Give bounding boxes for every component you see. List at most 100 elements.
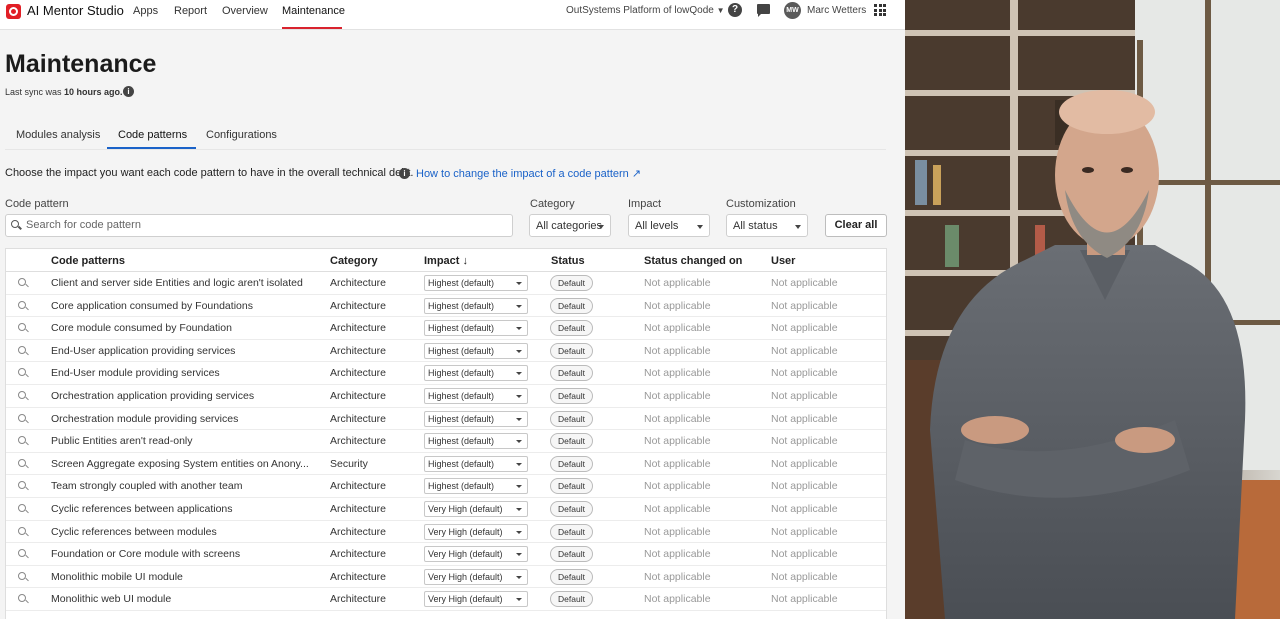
category-select[interactable]: All categories — [529, 214, 611, 237]
app-grid-icon[interactable] — [874, 4, 886, 16]
impact-value: Highest (default) — [428, 481, 495, 492]
status-badge: Default — [550, 478, 593, 495]
user-cell: Not applicable — [771, 390, 838, 402]
impact-dropdown[interactable]: Very High (default) — [424, 546, 528, 563]
column-header-code-patterns[interactable]: Code patterns — [51, 255, 125, 267]
row-search-icon[interactable] — [18, 368, 26, 377]
table-row[interactable]: Cyclic references between modules Archite… — [6, 521, 886, 544]
row-search-icon[interactable] — [18, 481, 26, 490]
row-search-icon[interactable] — [18, 571, 26, 580]
impact-value: Highest (default) — [428, 458, 495, 469]
status-badge: Default — [550, 342, 593, 359]
row-search-icon[interactable] — [18, 594, 26, 603]
code-pattern-name: Foundation or Core module with screens — [51, 548, 241, 561]
impact-dropdown[interactable]: Very High (default) — [424, 501, 528, 517]
outsystems-logo-icon[interactable] — [6, 4, 21, 19]
table-row[interactable]: Core application consumed by Foundations… — [6, 295, 886, 318]
chevron-down-icon — [516, 485, 522, 489]
table-row[interactable]: Orchestration module providing services A… — [6, 408, 886, 431]
impact-dropdown[interactable]: Highest (default) — [424, 433, 528, 450]
status-badge: Default — [550, 455, 593, 472]
row-search-icon[interactable] — [18, 526, 26, 535]
help-link-text: How to change the impact of a code patte… — [416, 168, 629, 180]
sync-prefix: Last sync was — [5, 87, 65, 97]
row-search-icon[interactable] — [18, 278, 26, 286]
row-search-icon[interactable] — [18, 323, 26, 332]
column-header-status[interactable]: Status — [551, 255, 585, 267]
nav-apps[interactable]: Apps — [133, 5, 158, 17]
nav-overview[interactable]: Overview — [222, 5, 268, 17]
chevron-down-icon — [516, 530, 522, 534]
table-row[interactable]: End-User module providing services Archit… — [6, 362, 886, 385]
table-row[interactable]: End-User application providing services A… — [6, 340, 886, 363]
impact-value: Very High (default) — [428, 526, 503, 537]
user-cell: Not applicable — [771, 322, 838, 335]
status-changed-cell: Not applicable — [644, 525, 711, 538]
avatar[interactable]: MW — [784, 2, 801, 19]
impact-dropdown[interactable]: Highest (default) — [424, 320, 528, 337]
impact-dropdown[interactable]: Very High (default) — [424, 591, 528, 608]
customization-select[interactable]: All status — [726, 214, 808, 237]
impact-dropdown[interactable]: Highest (default) — [424, 342, 528, 359]
table-row[interactable]: Foundation or Core module with screens Ar… — [6, 543, 886, 566]
table-row[interactable]: Client and server side Entities and logi… — [6, 272, 886, 295]
row-search-icon[interactable] — [18, 413, 26, 422]
help-link[interactable]: How to change the impact of a code patte… — [416, 167, 641, 180]
tab-modules-analysis[interactable]: Modules analysis — [16, 129, 100, 141]
status-changed-cell: Not applicable — [644, 480, 711, 493]
impact-dropdown[interactable]: Highest (default) — [424, 365, 528, 382]
table-row[interactable]: Orchestration application providing serv… — [6, 385, 886, 408]
row-search-icon[interactable] — [18, 504, 26, 512]
impact-dropdown[interactable]: Highest (default) — [424, 478, 528, 495]
category-cell: Architecture — [330, 480, 387, 493]
presenter-photo-illustration — [905, 0, 1280, 619]
search-input[interactable]: Search for code pattern — [5, 214, 513, 237]
column-header-impact[interactable]: Impact ↓ — [424, 255, 468, 267]
help-icon[interactable]: ? — [728, 3, 742, 17]
table-row[interactable]: Screen Aggregate exposing System entitie… — [6, 453, 886, 476]
row-search-icon[interactable] — [18, 436, 26, 445]
code-pattern-name: End-User module providing services — [51, 367, 220, 380]
table-row[interactable]: Cyclic references between applications Ar… — [6, 498, 886, 521]
table-row[interactable]: Core module consumed by Foundation Archit… — [6, 317, 886, 340]
impact-value: Highest (default) — [428, 436, 495, 447]
category-label: Category — [530, 198, 575, 210]
chevron-down-icon — [598, 225, 604, 229]
sync-info-icon[interactable]: i — [123, 86, 134, 97]
description-info-icon[interactable]: i — [399, 168, 410, 179]
user-name[interactable]: Marc Wetters — [807, 5, 866, 16]
row-search-icon[interactable] — [18, 391, 26, 399]
brand-title[interactable]: AI Mentor Studio — [27, 3, 124, 18]
row-search-icon[interactable] — [18, 300, 26, 309]
impact-dropdown[interactable]: Very High (default) — [424, 568, 528, 585]
table-row[interactable]: Public Entities aren't read-only Architec… — [6, 430, 886, 453]
impact-dropdown[interactable]: Highest (default) — [424, 275, 528, 291]
column-header-user[interactable]: User — [771, 255, 795, 267]
tab-code-patterns[interactable]: Code patterns — [118, 129, 187, 141]
chevron-down-icon — [516, 553, 522, 557]
column-header-category[interactable]: Category — [330, 255, 378, 267]
tab-configurations[interactable]: Configurations — [206, 129, 277, 141]
nav-maintenance[interactable]: Maintenance — [282, 5, 345, 17]
impact-select[interactable]: All levels — [628, 214, 710, 237]
column-header-status-changed[interactable]: Status changed on — [644, 255, 742, 267]
impact-dropdown[interactable]: Very High (default) — [424, 523, 528, 540]
row-search-icon[interactable] — [18, 549, 26, 558]
impact-dropdown[interactable]: Highest (default) — [424, 297, 528, 314]
impact-dropdown[interactable]: Highest (default) — [424, 388, 528, 404]
row-search-icon[interactable] — [18, 458, 26, 467]
platform-selector[interactable]: OutSystems Platform of lowQode ▼ — [566, 5, 725, 16]
nav-report[interactable]: Report — [174, 5, 207, 17]
user-cell: Not applicable — [771, 593, 838, 606]
table-row[interactable]: Team strongly coupled with another team A… — [6, 475, 886, 498]
impact-dropdown[interactable]: Highest (default) — [424, 410, 528, 427]
category-cell: Architecture — [330, 322, 387, 335]
status-badge: Default — [550, 568, 593, 585]
impact-dropdown[interactable]: Highest (default) — [424, 455, 528, 472]
chat-icon[interactable] — [757, 4, 770, 17]
category-cell: Architecture — [330, 503, 387, 515]
table-row[interactable]: Monolithic mobile UI module Architecture V… — [6, 566, 886, 589]
row-search-icon[interactable] — [18, 345, 26, 354]
clear-all-button[interactable]: Clear all — [825, 214, 887, 237]
table-row[interactable]: Monolithic web UI module Architecture Very… — [6, 588, 886, 611]
